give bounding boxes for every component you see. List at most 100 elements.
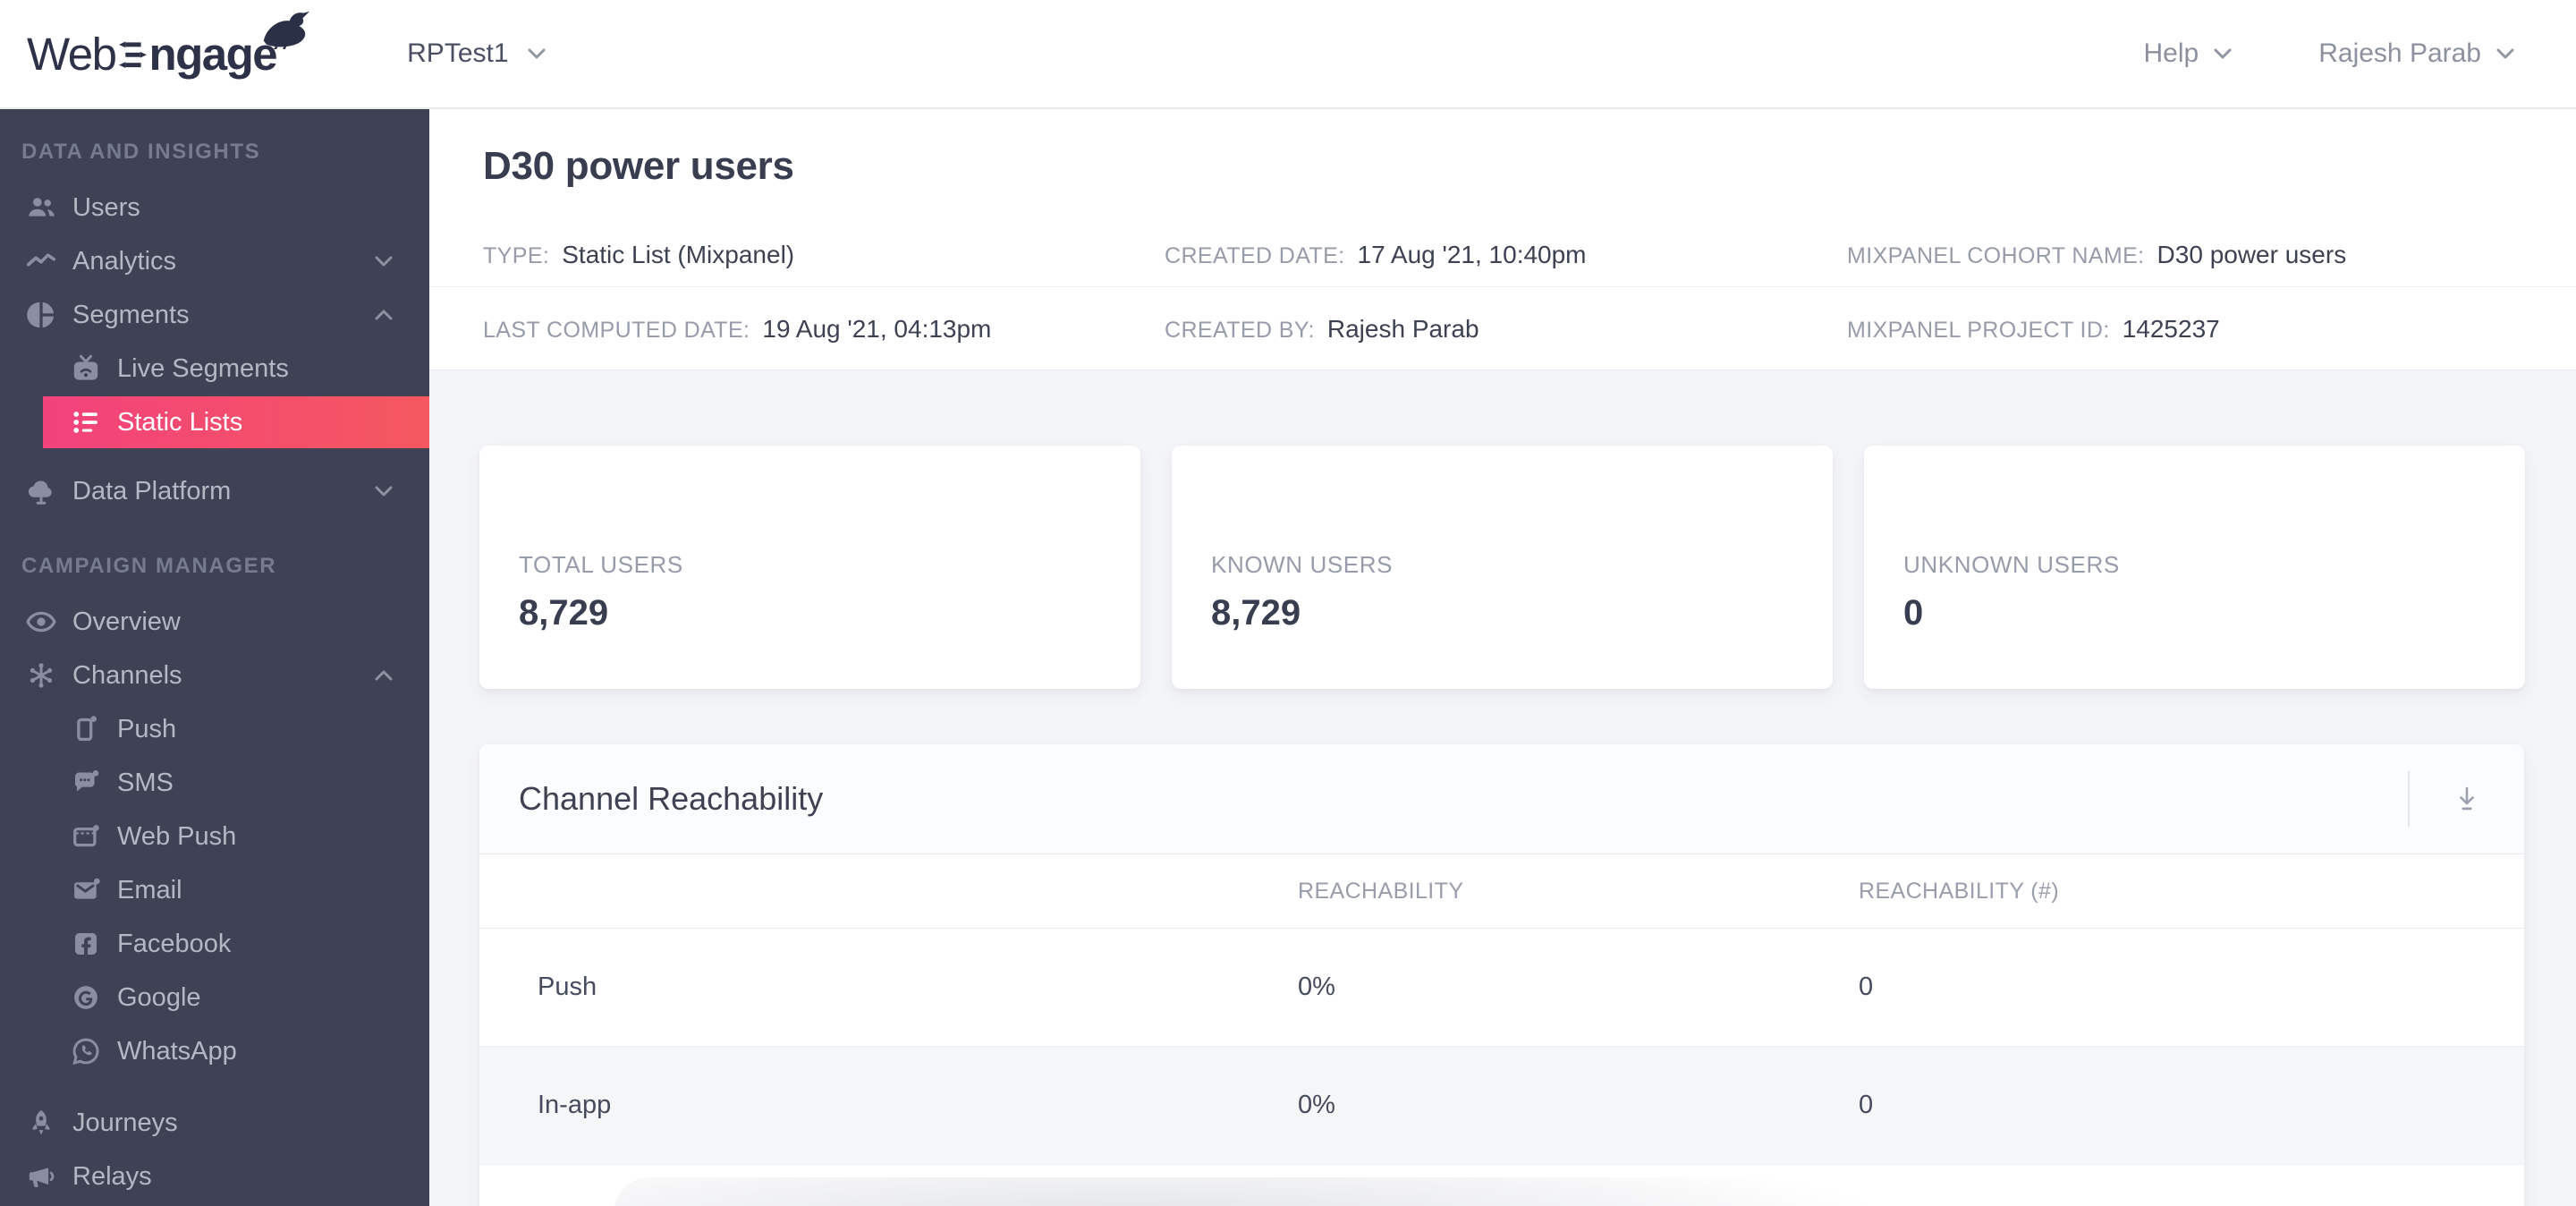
sidebar-item-label: Users <box>72 192 140 222</box>
help-menu[interactable]: Help <box>2144 38 2237 69</box>
sidebar-item-sms[interactable]: SMS <box>0 756 429 810</box>
sidebar-item-analytics[interactable]: Analytics <box>0 234 429 288</box>
channel-reachability-panel: Channel Reachability REACHABILITY REACHA… <box>479 744 2524 1206</box>
push-phone-icon <box>70 713 102 745</box>
meta-label: CREATED BY: <box>1165 317 1315 343</box>
sidebar-item-data-platform[interactable]: Data Platform <box>0 464 429 518</box>
stat-cards: TOTAL USERS 8,729 KNOWN USERS 8,729 UNKN… <box>479 446 2576 689</box>
sidebar-item-web-push[interactable]: Web Push <box>0 810 429 863</box>
chevron-down-icon <box>375 256 393 267</box>
logo-e-arrows-icon <box>119 39 148 72</box>
table-row-inapp: In-app 0% 0 <box>479 1047 2524 1165</box>
sidebar-section-campaign-manager: CAMPAIGN MANAGER <box>21 554 277 578</box>
meta-project-id: MIXPANEL PROJECT ID: 1425237 <box>1847 315 2576 344</box>
meta-row-2: LAST COMPUTED DATE: 19 Aug '21, 04:13pm … <box>429 286 2576 370</box>
page-title: D30 power users <box>483 144 794 188</box>
meta-label: CREATED DATE: <box>1165 243 1345 268</box>
meta-last-computed: LAST COMPUTED DATE: 19 Aug '21, 04:13pm <box>483 315 1165 344</box>
card-label: TOTAL USERS <box>519 551 683 578</box>
channels-network-icon <box>25 659 57 692</box>
cell-channel: In-app <box>538 1091 612 1119</box>
segments-pie-icon <box>25 299 57 331</box>
sidebar-item-label: Journeys <box>72 1108 178 1137</box>
chevron-up-icon <box>375 310 393 320</box>
table-row-push: Push 0% 0 <box>479 929 2524 1047</box>
meta-created-date: CREATED DATE: 17 Aug '21, 10:40pm <box>1165 241 1847 269</box>
web-push-window-icon <box>70 820 102 853</box>
sidebar-item-whatsapp[interactable]: WhatsApp <box>0 1024 429 1078</box>
sidebar-item-label: Analytics <box>72 246 177 276</box>
panel-actions <box>2408 744 2524 854</box>
sidebar-item-label: Data Platform <box>72 476 232 505</box>
card-value: 8,729 <box>519 593 609 633</box>
sidebar-item-push[interactable]: Push <box>0 702 429 756</box>
scroll-shadow <box>614 1177 2456 1206</box>
panel-title: Channel Reachability <box>519 780 824 817</box>
logo-text-web: Web <box>27 28 117 80</box>
bird-logo-icon <box>258 4 310 51</box>
help-label: Help <box>2143 38 2199 68</box>
sidebar-item-label: Relays <box>72 1161 152 1191</box>
sidebar-item-label: Static Lists <box>117 407 243 437</box>
sidebar-item-label: WhatsApp <box>117 1036 237 1066</box>
sidebar-item-overview[interactable]: Overview <box>0 595 429 649</box>
meta-label: MIXPANEL COHORT NAME: <box>1847 243 2145 268</box>
sidebar-item-channels[interactable]: Channels <box>0 649 429 702</box>
card-known-users: KNOWN USERS 8,729 <box>1172 446 1833 689</box>
facebook-icon <box>70 928 102 960</box>
sidebar-item-journeys[interactable]: Journeys <box>0 1096 429 1150</box>
google-icon <box>70 981 102 1014</box>
topbar: Web ngage RPTest1 Help Rajesh Parab <box>0 0 2576 109</box>
sidebar-section-data-insights: DATA AND INSIGHTS <box>21 140 261 164</box>
project-switcher[interactable]: RPTest1 <box>407 38 549 69</box>
sidebar-item-label: Push <box>117 714 177 743</box>
sidebar-item-facebook[interactable]: Facebook <box>0 917 429 971</box>
page-header: D30 power users TYPE: Static List (Mixpa… <box>429 109 2576 370</box>
sidebar-item-relays[interactable]: Relays <box>0 1150 429 1203</box>
download-button[interactable] <box>2410 744 2524 854</box>
card-label: KNOWN USERS <box>1211 551 1394 578</box>
chevron-down-icon <box>528 48 546 59</box>
sidebar-item-static-lists[interactable]: Static Lists <box>43 396 429 448</box>
topbar-right: Help Rajesh Parab <box>2144 38 2519 69</box>
user-name: Rajesh Parab <box>2318 38 2481 68</box>
panel-header: Channel Reachability <box>479 744 2524 854</box>
cell-reachability: 0% <box>1298 1091 1335 1119</box>
sms-chat-icon <box>70 767 102 799</box>
meta-value: Static List (Mixpanel) <box>562 241 795 268</box>
card-unknown-users: UNKNOWN USERS 0 <box>1864 446 2525 689</box>
sidebar: DATA AND INSIGHTS Users Analytics Segmen… <box>0 109 429 1206</box>
cell-reachability: 0% <box>1298 972 1335 1001</box>
sidebar-item-label: Email <box>117 875 182 904</box>
overview-eye-icon <box>25 606 57 638</box>
table-row-partial <box>479 1165 2524 1206</box>
meta-value: 19 Aug '21, 04:13pm <box>762 314 992 343</box>
relays-megaphone-icon <box>25 1160 57 1193</box>
chevron-down-icon <box>375 486 393 497</box>
meta-value: 17 Aug '21, 10:40pm <box>1357 241 1587 268</box>
chevron-up-icon <box>375 670 393 681</box>
sidebar-item-segments[interactable]: Segments <box>0 288 429 342</box>
journeys-rocket-icon <box>25 1107 57 1139</box>
users-icon <box>25 191 57 224</box>
sidebar-item-label: SMS <box>117 768 174 797</box>
main-content: D30 power users TYPE: Static List (Mixpa… <box>429 109 2576 1206</box>
webengage-logo[interactable]: Web ngage <box>27 11 310 81</box>
sidebar-item-email[interactable]: Email <box>0 863 429 917</box>
sidebar-item-users[interactable]: Users <box>0 181 429 234</box>
meta-cohort-name: MIXPANEL COHORT NAME: D30 power users <box>1847 241 2576 269</box>
table-header-row: REACHABILITY REACHABILITY (#) <box>479 854 2524 929</box>
chevron-down-icon <box>2496 48 2514 59</box>
table-header-reachability-count: REACHABILITY (#) <box>1859 878 2060 904</box>
sidebar-item-google[interactable]: Google <box>0 971 429 1024</box>
table-header-reachability: REACHABILITY <box>1298 878 1464 904</box>
meta-value: D30 power users <box>2157 241 2347 268</box>
whatsapp-icon <box>70 1035 102 1067</box>
email-envelope-icon <box>70 874 102 906</box>
cell-reachability-count: 0 <box>1859 972 1874 1001</box>
static-lists-icon <box>70 406 102 438</box>
user-menu[interactable]: Rajesh Parab <box>2318 38 2519 69</box>
card-label: UNKNOWN USERS <box>1903 551 2120 578</box>
sidebar-item-live-segments[interactable]: Live Segments <box>0 342 429 395</box>
